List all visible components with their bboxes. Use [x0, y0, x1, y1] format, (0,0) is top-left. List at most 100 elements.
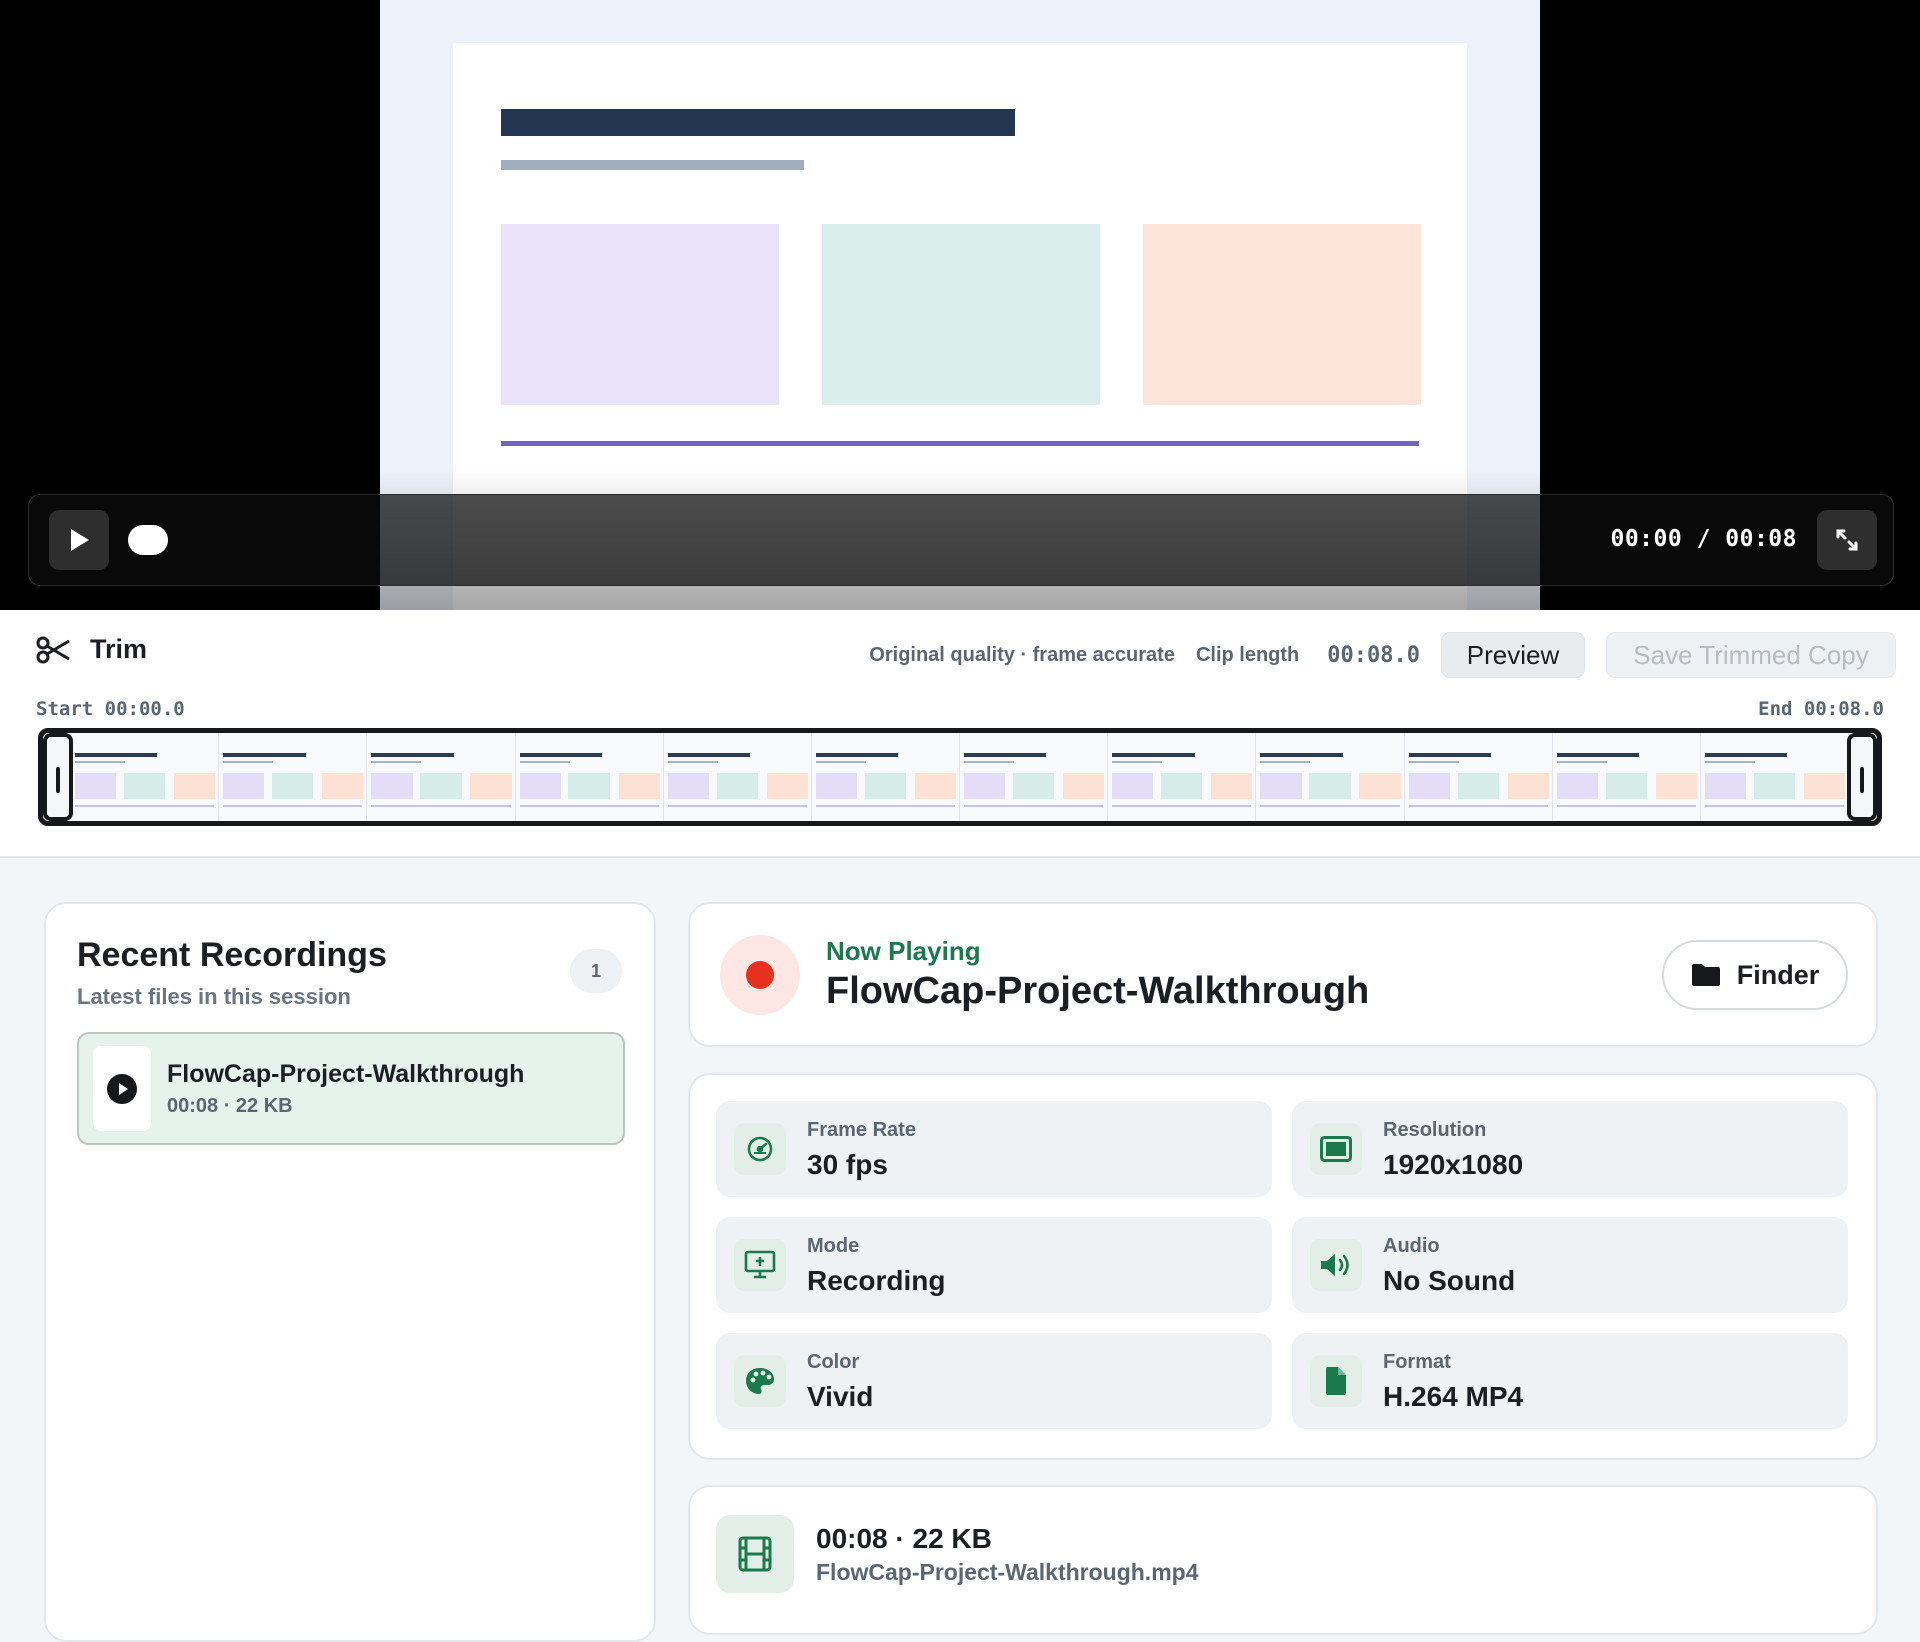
- thumbnail-shape: [964, 753, 1047, 757]
- thumbnail-shape: [1013, 773, 1055, 799]
- thumbnail-shape: [766, 773, 808, 799]
- thumbnail-shape: [223, 805, 363, 807]
- timeline-thumbnail: [1700, 733, 1850, 821]
- spec-label: Resolution: [1383, 1119, 1487, 1141]
- thumbnail-shape: [1655, 773, 1697, 799]
- thumbnail-shape: [1260, 805, 1400, 807]
- timeline-thumbnail: [367, 733, 516, 821]
- video-content-heading-bar: [501, 109, 1015, 136]
- thumbnail-shape: [371, 761, 422, 763]
- trim-start-time: Start 00:00.0: [36, 698, 185, 720]
- spec-audio: Audio No Sound: [1292, 1217, 1848, 1313]
- thumbnail-shape: [1161, 773, 1203, 799]
- thumbnail-shape: [371, 753, 454, 757]
- video-content-rule: [501, 441, 1419, 446]
- speaker-icon: [1310, 1239, 1362, 1291]
- spec-label: Frame Rate: [807, 1119, 916, 1141]
- thumbnail-shape: [667, 805, 807, 807]
- fullscreen-button[interactable]: [1817, 510, 1877, 570]
- thumbnail-shape: [1507, 773, 1549, 799]
- monitor-icon: [734, 1239, 786, 1291]
- thumbnail-shape: [716, 773, 758, 799]
- play-button[interactable]: [49, 510, 109, 570]
- volume-toggle[interactable]: [128, 525, 168, 555]
- now-playing-title: FlowCap-Project-Walkthrough: [826, 970, 1370, 1012]
- preview-button[interactable]: Preview: [1441, 632, 1585, 678]
- spec-label: Format: [1383, 1351, 1451, 1373]
- thumbnail-shape: [1704, 805, 1845, 807]
- thumbnail-shape: [815, 773, 858, 799]
- file-info-panel: 00:08 · 22 KB FlowCap-Project-Walkthroug…: [688, 1485, 1878, 1635]
- thumbnail-shape: [667, 753, 751, 757]
- expand-icon: [1836, 529, 1858, 551]
- video-content-card: [1143, 224, 1421, 405]
- scissors-icon: [36, 636, 70, 663]
- thumbnail-shape: [519, 773, 561, 799]
- video-content-card: [822, 224, 1100, 405]
- trim-title: Trim: [90, 634, 148, 664]
- film-icon: [716, 1515, 794, 1593]
- thumbnail-shape: [123, 773, 166, 799]
- thumbnail-shape: [964, 805, 1104, 807]
- timeline-thumbnail: [1552, 733, 1701, 821]
- thumbnail-shape: [1112, 753, 1195, 757]
- thumbnail-shape: [1556, 773, 1598, 799]
- thumbnail-shape: [1457, 773, 1499, 799]
- spec-resolution: Resolution 1920x1080: [1292, 1101, 1848, 1197]
- recent-recordings-panel: Recent Recordings Latest files in this s…: [44, 902, 656, 1642]
- thumbnail-shape: [618, 773, 660, 799]
- trim-toolbar: Original quality · frame accurate Clip l…: [869, 632, 1896, 678]
- reveal-in-finder-button[interactable]: Finder: [1662, 940, 1848, 1010]
- thumbnail-shape: [1211, 773, 1253, 799]
- thumbnail-shape: [1704, 761, 1755, 763]
- timeline-thumbnail: [1256, 733, 1405, 821]
- file-name: FlowCap-Project-Walkthrough.mp4: [816, 1559, 1199, 1585]
- thumbnail-shape: [174, 773, 216, 799]
- thumbnail-shape: [815, 805, 956, 807]
- timeline-thumbnail: [71, 733, 220, 821]
- thumbnail-shape: [1112, 761, 1163, 763]
- recordings-count-badge: 1: [570, 949, 622, 993]
- now-playing-label: Now Playing: [826, 936, 981, 966]
- thumbnail-shape: [223, 753, 306, 757]
- thumbnail-shape: [964, 773, 1006, 799]
- thumbnail-shape: [519, 753, 602, 757]
- thumbnail-shape: [1359, 773, 1401, 799]
- thumbnail-shape: [75, 753, 158, 757]
- video-content-card: [501, 224, 779, 405]
- quality-note: Original quality · frame accurate: [869, 643, 1175, 666]
- thumbnail-shape: [75, 761, 126, 763]
- spec-mode: Mode Recording: [716, 1217, 1272, 1313]
- spec-value: H.264 MP4: [1383, 1381, 1524, 1412]
- timeline-thumbnail: [219, 733, 368, 821]
- play-icon: [71, 529, 89, 551]
- thumbnail-shape: [1309, 773, 1351, 799]
- trim-end-time: End 00:08.0: [1758, 698, 1884, 720]
- thumbnail-shape: [568, 773, 610, 799]
- trim-end-handle[interactable]: [1847, 733, 1877, 821]
- file-summary: 00:08 · 22 KB: [816, 1523, 992, 1554]
- spec-label: Audio: [1383, 1235, 1440, 1257]
- thumbnail-shape: [420, 773, 462, 799]
- timeline-thumbnail: [515, 733, 664, 821]
- timeline-thumbnail: [960, 733, 1109, 821]
- save-trimmed-copy-button[interactable]: Save Trimmed Copy: [1606, 632, 1896, 678]
- grip-icon: [56, 767, 60, 793]
- now-playing-panel: Now Playing FlowCap-Project-Walkthrough …: [688, 902, 1878, 1047]
- thumbnail-shape: [1605, 773, 1647, 799]
- spec-value: No Sound: [1383, 1265, 1516, 1296]
- timeline-thumbnail: [663, 733, 812, 821]
- folder-icon: [1691, 964, 1720, 986]
- spec-value: Vivid: [807, 1381, 874, 1412]
- trim-start-handle[interactable]: [43, 733, 73, 821]
- thumbnail-shape: [1704, 773, 1747, 799]
- trim-header: Trim: [36, 634, 147, 665]
- thumbnail-shape: [1556, 753, 1640, 757]
- clip-length-label: Clip length: [1195, 643, 1300, 666]
- thumbnail-shape: [1112, 805, 1252, 807]
- recording-list-item[interactable]: FlowCap-Project-Walkthrough 00:08 · 22 K…: [77, 1032, 625, 1145]
- trim-timeline[interactable]: [38, 728, 1882, 826]
- timeline-thumbnail: [1108, 733, 1257, 821]
- thumbnail-shape: [223, 773, 265, 799]
- video-player[interactable]: 00:00 / 00:08: [0, 0, 1920, 610]
